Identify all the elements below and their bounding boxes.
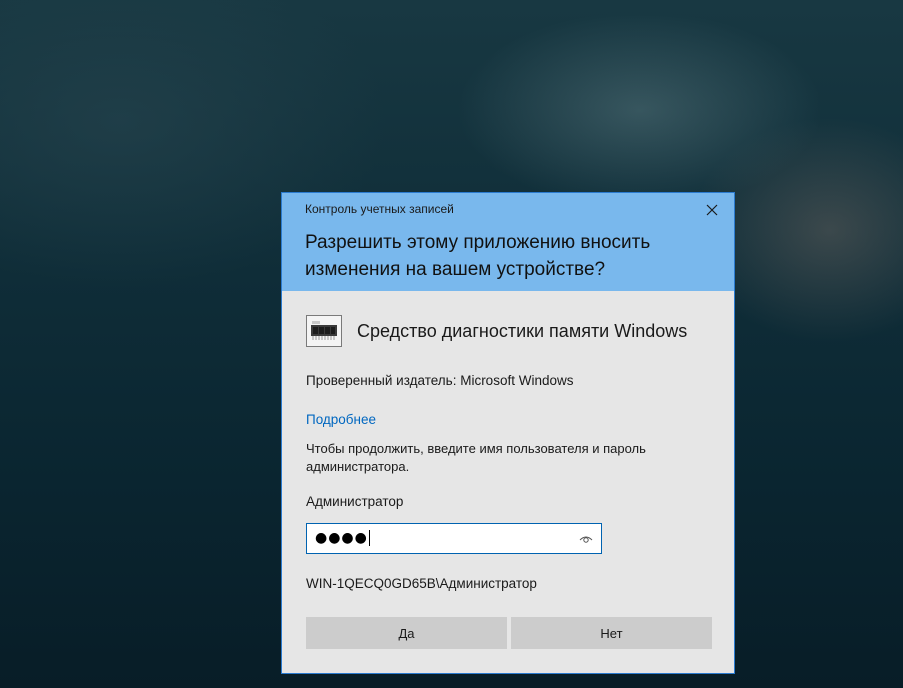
password-field[interactable]: ●●●● (306, 523, 602, 554)
dialog-header: Контроль учетных записей Разрешить этому… (282, 193, 734, 291)
memory-chip-icon (306, 315, 342, 347)
yes-button[interactable]: Да (306, 617, 507, 649)
eye-icon[interactable] (579, 533, 593, 545)
domain-user: WIN-1QECQ0GD65B\Администратор (306, 576, 537, 591)
close-icon (706, 204, 718, 216)
dialog-question: Разрешить этому приложению вносить измен… (305, 232, 651, 280)
more-details-link[interactable]: Подробнее (306, 412, 376, 427)
app-name: Средство диагностики памяти Windows (357, 320, 688, 341)
instruction-text: Чтобы продолжить, введите имя пользовате… (306, 441, 646, 474)
no-button[interactable]: Нет (511, 617, 712, 649)
username-label: Администратор (306, 494, 404, 509)
close-button[interactable] (700, 199, 724, 221)
app-row: Средство диагностики памяти Windows (306, 315, 687, 347)
dialog-title: Контроль учетных записей (305, 202, 454, 216)
password-value: ●●●● (315, 530, 370, 546)
uac-dialog: Контроль учетных записей Разрешить этому… (281, 192, 735, 674)
publisher-info: Проверенный издатель: Microsoft Windows (306, 373, 574, 388)
